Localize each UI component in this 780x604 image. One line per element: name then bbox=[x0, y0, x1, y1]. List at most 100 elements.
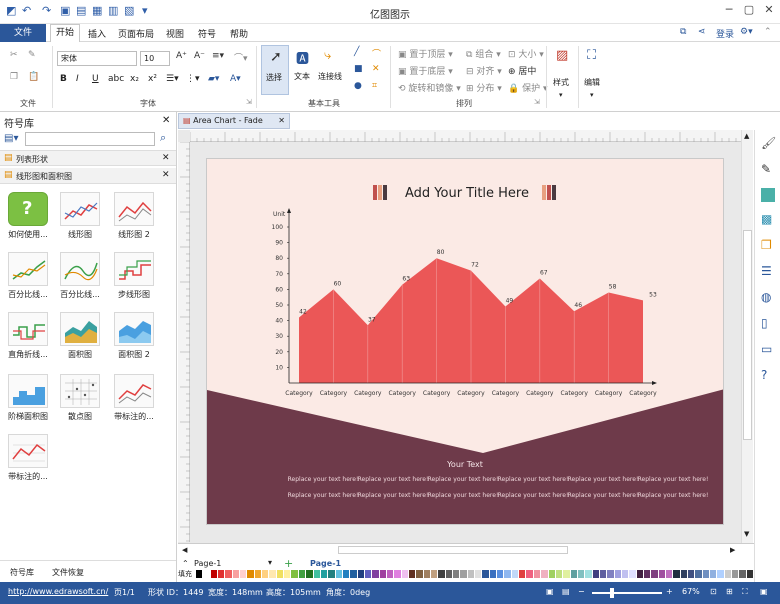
line-spacing-icon[interactable]: ☰▾ bbox=[166, 74, 179, 84]
color-swatch[interactable] bbox=[636, 570, 644, 578]
color-swatch[interactable] bbox=[563, 570, 571, 578]
color-swatch[interactable] bbox=[394, 570, 402, 578]
color-swatch[interactable] bbox=[232, 570, 241, 578]
color-swatch[interactable] bbox=[475, 570, 483, 578]
font-color-icon[interactable]: A▾ bbox=[230, 74, 241, 84]
color-swatch[interactable] bbox=[695, 570, 703, 578]
view-fit-icon[interactable]: ▤ bbox=[562, 587, 570, 596]
color-swatch[interactable] bbox=[438, 570, 446, 578]
layers-icon[interactable]: ❐ bbox=[761, 238, 772, 252]
horizontal-scrollbar-thumb[interactable] bbox=[338, 546, 568, 554]
color-swatch[interactable] bbox=[570, 570, 578, 578]
menu-symbol[interactable]: 符号 bbox=[198, 27, 216, 40]
italic-icon[interactable]: I bbox=[76, 74, 79, 84]
connector-tool-button[interactable]: ⤷ 连接线 bbox=[318, 45, 346, 95]
color-swatch[interactable] bbox=[218, 570, 226, 578]
color-swatch[interactable] bbox=[482, 570, 490, 578]
color-swatch[interactable] bbox=[673, 570, 681, 578]
color-swatch[interactable] bbox=[203, 570, 211, 578]
paint-bucket-icon[interactable]: 🖌 bbox=[761, 136, 776, 150]
symbol-item[interactable]: 百分比线... bbox=[2, 252, 54, 300]
color-swatch[interactable] bbox=[497, 570, 505, 578]
symbol-item[interactable]: 面积图 bbox=[54, 312, 106, 360]
color-swatch[interactable] bbox=[291, 570, 299, 578]
font-size-select[interactable]: 10 bbox=[140, 51, 170, 66]
close-icon[interactable]: ✕ bbox=[162, 115, 170, 126]
cut-icon[interactable]: ✂ bbox=[10, 50, 18, 60]
font-family-select[interactable]: 宋体 bbox=[57, 51, 137, 66]
underline-icon[interactable]: U bbox=[92, 74, 99, 84]
document-icon[interactable]: ▯ bbox=[761, 316, 768, 330]
footer-text-line[interactable]: Replace your text here! bbox=[288, 476, 359, 483]
color-swatch[interactable] bbox=[298, 570, 307, 578]
category-row[interactable]: ▤ 列表形状 ✕ bbox=[0, 150, 176, 166]
color-swatch[interactable] bbox=[262, 570, 270, 578]
line-tool-icon[interactable]: ╱ bbox=[354, 47, 359, 57]
zoom-slider-thumb[interactable] bbox=[610, 588, 614, 598]
active-page-tab[interactable]: Page-1 bbox=[310, 559, 341, 568]
symbol-item[interactable]: 线形图 bbox=[54, 192, 106, 240]
color-swatch[interactable] bbox=[408, 570, 417, 578]
superscript-icon[interactable]: x² bbox=[148, 74, 157, 84]
color-swatch[interactable] bbox=[621, 570, 630, 578]
zoom-slider-track[interactable] bbox=[592, 592, 662, 594]
arc-tool-icon[interactable]: ⌒ bbox=[372, 47, 381, 60]
color-swatch[interactable] bbox=[739, 570, 747, 578]
color-swatch[interactable] bbox=[357, 570, 365, 578]
menu-insert[interactable]: 插入 bbox=[88, 27, 106, 40]
color-swatch[interactable] bbox=[372, 570, 380, 578]
font-shrink-icon[interactable]: A⁻ bbox=[194, 51, 205, 61]
color-swatch[interactable] bbox=[460, 570, 468, 578]
color-swatch[interactable] bbox=[666, 570, 674, 578]
page-nav-icon[interactable]: ⌃ bbox=[182, 559, 189, 568]
color-swatch[interactable] bbox=[585, 570, 593, 578]
image-icon[interactable]: ▩ bbox=[761, 212, 772, 226]
color-swatch[interactable] bbox=[533, 570, 542, 578]
symbol-item[interactable]: ? 如何使用... bbox=[2, 192, 54, 240]
menu-view[interactable]: 视图 bbox=[166, 27, 184, 40]
crop-tool-icon[interactable]: ⌗ bbox=[372, 81, 377, 91]
footer-text-line[interactable]: Replace your text here! bbox=[288, 492, 359, 499]
color-swatch[interactable] bbox=[702, 570, 711, 578]
scroll-down-icon[interactable]: ▼ bbox=[744, 530, 749, 538]
close-icon[interactable]: ✕ bbox=[760, 3, 778, 19]
color-swatch[interactable] bbox=[247, 570, 255, 578]
color-swatch[interactable] bbox=[386, 570, 395, 578]
protect-button[interactable]: 🔒 保护 ▾ bbox=[508, 81, 548, 94]
footer-heading[interactable]: Your Text bbox=[446, 460, 483, 469]
help-icon[interactable]: ? bbox=[761, 368, 767, 382]
color-swatch[interactable] bbox=[555, 570, 564, 578]
color-swatch[interactable] bbox=[746, 570, 755, 578]
symbol-item[interactable]: 面积图 2 bbox=[108, 312, 160, 360]
document-tab[interactable]: ▤ Area Chart - Fade ✕ bbox=[178, 113, 290, 129]
color-swatch[interactable] bbox=[504, 570, 512, 578]
color-swatch[interactable] bbox=[511, 570, 520, 578]
link-icon[interactable]: ⋖ bbox=[698, 27, 706, 37]
style-button[interactable]: ▨ 样式 ▾ bbox=[550, 45, 576, 105]
scroll-up-icon[interactable]: ▲ bbox=[744, 132, 749, 140]
color-swatch[interactable] bbox=[284, 570, 292, 578]
align-icon[interactable]: ≡▾ bbox=[212, 51, 224, 61]
menu-file[interactable]: 文件 bbox=[0, 24, 46, 42]
color-swatch[interactable] bbox=[453, 570, 461, 578]
search-icon[interactable]: ⌕ bbox=[160, 131, 166, 145]
color-swatch[interactable] bbox=[445, 570, 454, 578]
color-swatch[interactable] bbox=[526, 570, 534, 578]
bold-icon[interactable]: B bbox=[60, 74, 67, 84]
color-swatch[interactable] bbox=[431, 570, 439, 578]
color-swatch[interactable] bbox=[717, 570, 725, 578]
zoom-out-icon[interactable]: − bbox=[578, 587, 585, 596]
align-button[interactable]: ⊟ 对齐 ▾ bbox=[466, 64, 502, 77]
arrange-dialog-launcher-icon[interactable]: ⇲ bbox=[534, 98, 540, 106]
color-swatch[interactable] bbox=[607, 570, 615, 578]
rectangle-tool-icon[interactable]: ■ bbox=[354, 64, 363, 74]
text-fill-icon[interactable]: ▰▾ bbox=[208, 74, 219, 84]
color-swatch[interactable] bbox=[306, 570, 314, 578]
symbol-search-input[interactable] bbox=[25, 132, 155, 146]
color-swatch[interactable] bbox=[313, 570, 321, 578]
color-swatch[interactable] bbox=[254, 570, 263, 578]
footer-text-line[interactable]: Replace your text here! bbox=[638, 476, 709, 483]
globe-icon[interactable]: ◍ bbox=[761, 290, 771, 304]
color-swatch[interactable] bbox=[416, 570, 424, 578]
scroll-right-icon[interactable]: ▶ bbox=[730, 546, 735, 554]
